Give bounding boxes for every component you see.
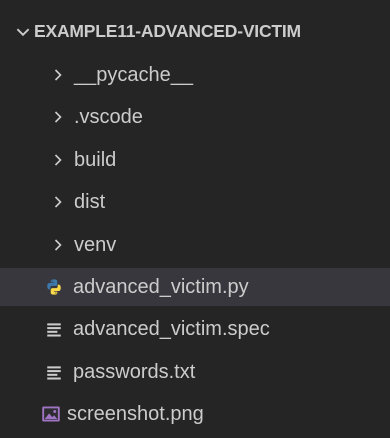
image-file-icon [42, 406, 60, 422]
file-item-passwords-txt[interactable]: passwords.txt [0, 353, 390, 391]
folder-label: build [74, 149, 117, 171]
file-item-screenshot-png[interactable]: screenshot.png [0, 395, 390, 433]
file-explorer: EXAMPLE11-ADVANCED-VICTIM __pycache__ .v… [0, 0, 390, 438]
chevron-right-icon [54, 69, 62, 81]
file-label: passwords.txt [73, 361, 196, 383]
explorer-root-title: EXAMPLE11-ADVANCED-VICTIM [34, 21, 301, 41]
folder-label: __pycache__ [74, 64, 193, 86]
file-item-advanced-victim-py[interactable]: advanced_victim.py [0, 268, 390, 306]
folder-item-venv[interactable]: venv [0, 226, 390, 264]
folder-label: dist [74, 191, 106, 213]
folder-label: .vscode [74, 106, 143, 128]
folder-label: venv [74, 234, 117, 256]
file-label: advanced_victim.spec [73, 318, 270, 340]
folder-item-build[interactable]: build [0, 141, 390, 179]
explorer-root-header[interactable]: EXAMPLE11-ADVANCED-VICTIM [0, 14, 390, 48]
text-file-icon [47, 323, 61, 337]
file-label: advanced_victim.py [73, 276, 249, 298]
chevron-down-icon [16, 28, 30, 37]
chevron-right-icon [54, 196, 62, 208]
chevron-right-icon [54, 239, 62, 251]
text-file-icon [47, 366, 61, 380]
file-item-advanced-victim-spec[interactable]: advanced_victim.spec [0, 310, 390, 348]
folder-item-vscode[interactable]: .vscode [0, 98, 390, 136]
python-icon [47, 279, 61, 295]
file-label: screenshot.png [67, 403, 204, 425]
chevron-right-icon [54, 111, 62, 123]
folder-item-dist[interactable]: dist [0, 183, 390, 221]
folder-item-pycache[interactable]: __pycache__ [0, 56, 390, 94]
chevron-right-icon [54, 154, 62, 166]
